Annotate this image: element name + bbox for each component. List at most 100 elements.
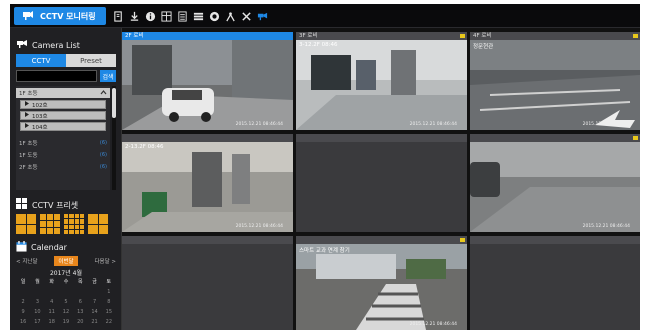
list-icon[interactable] bbox=[176, 9, 188, 23]
calendar-day[interactable]: 16 bbox=[16, 318, 30, 326]
tools-icon[interactable] bbox=[240, 9, 252, 23]
layout-4x4-button[interactable] bbox=[64, 214, 84, 234]
camera-view-5[interactable]: 2015.12.21 08:46:44 bbox=[470, 134, 640, 232]
record-icon[interactable] bbox=[208, 9, 220, 23]
current-month-button[interactable]: 이번달 bbox=[54, 256, 78, 266]
floor-count: (6) bbox=[99, 152, 107, 158]
calendar-day[interactable]: 5 bbox=[59, 298, 73, 306]
camera-view-4[interactable] bbox=[296, 134, 467, 232]
calendar-day bbox=[45, 288, 59, 296]
calendar-day[interactable]: 8 bbox=[102, 298, 116, 306]
camera-timestamp: 2015.12.21 08:46:44 bbox=[409, 122, 457, 127]
camera-title bbox=[470, 236, 640, 244]
prev-month-button[interactable]: < 지난달 bbox=[16, 257, 38, 265]
video-feed bbox=[296, 40, 467, 130]
calendar-day bbox=[73, 288, 87, 296]
document-icon[interactable] bbox=[112, 9, 124, 23]
calendar-day[interactable]: 14 bbox=[87, 308, 101, 316]
video-feed bbox=[470, 142, 640, 232]
tab-preset[interactable]: Preset bbox=[66, 54, 116, 67]
grid-icon[interactable] bbox=[160, 9, 172, 23]
tree-camera-item[interactable]: 104호 bbox=[20, 122, 106, 131]
tree-floor-item[interactable]: 1F 초등 (6) bbox=[16, 138, 110, 148]
camera-title bbox=[122, 236, 293, 244]
cctv-monitoring-tab[interactable]: CCTV 모니터링 bbox=[14, 7, 106, 25]
calendar-day[interactable]: 19 bbox=[59, 318, 73, 326]
calendar-day[interactable]: 9 bbox=[16, 308, 30, 316]
tree-floor-expanded[interactable]: 1F 초등 bbox=[16, 88, 110, 98]
camera-icon[interactable] bbox=[256, 9, 268, 23]
calendar-day[interactable]: 18 bbox=[45, 318, 59, 326]
scrollbar-thumb[interactable] bbox=[112, 88, 116, 118]
camera-search: 검색 bbox=[16, 70, 116, 82]
calendar-day[interactable]: 6 bbox=[73, 298, 87, 306]
camera-view-2[interactable]: 4F 로비 정문현관 2015.12.21 08:46:44 bbox=[470, 32, 640, 130]
camera-search-input[interactable] bbox=[16, 70, 97, 82]
tree-floor-item[interactable]: 1F 도동 (6) bbox=[16, 150, 110, 160]
camera-timestamp: 2015.12.21 08:46:44 bbox=[409, 322, 457, 327]
preset-title: CCTV 프리셋 bbox=[32, 200, 79, 210]
camera-list-icon bbox=[16, 39, 28, 51]
camera-view-0[interactable]: 2F 로비 2015.12.21 08:46:44 bbox=[122, 32, 293, 130]
tab-cctv[interactable]: CCTV bbox=[16, 54, 66, 67]
calendar-day[interactable]: 1 bbox=[102, 288, 116, 296]
layout-2x2-button[interactable] bbox=[16, 214, 36, 234]
floor-label: 2F 초등 bbox=[19, 165, 38, 171]
camera-tree: 1F 초등 102호 103호 104호 1F 초등 (6) 1F 도동 (6)… bbox=[16, 86, 110, 190]
info-icon[interactable] bbox=[144, 9, 156, 23]
calendar-day[interactable]: 13 bbox=[73, 308, 87, 316]
calendar-day[interactable]: 20 bbox=[73, 318, 87, 326]
calendar-weekday: 토 bbox=[106, 279, 112, 285]
calendar-day[interactable]: 21 bbox=[87, 318, 101, 326]
download-icon[interactable] bbox=[128, 9, 140, 23]
camera-timestamp: 2015.12.21 08:46:44 bbox=[582, 224, 630, 229]
video-feed bbox=[122, 40, 293, 130]
monitoring-tab-label: CCTV 모니터링 bbox=[40, 11, 96, 21]
camera-item-label: 102호 bbox=[32, 102, 48, 109]
calendar-day[interactable]: 11 bbox=[45, 308, 59, 316]
camera-title bbox=[296, 134, 467, 142]
camera-view-3[interactable]: 2-13.2F 08:46 2015.12.21 08:46:44 bbox=[122, 134, 293, 232]
camera-view-7[interactable]: 스마트 교과 연계 참기 2015.12.21 08:46:44 bbox=[296, 236, 467, 330]
camera-title: 2F 로비 bbox=[122, 32, 293, 40]
wrench-icon[interactable] bbox=[224, 9, 236, 23]
calendar-day[interactable]: 3 bbox=[30, 298, 44, 306]
calendar-day[interactable]: 7 bbox=[87, 298, 101, 306]
calendar-day[interactable]: 2 bbox=[16, 298, 30, 306]
tree-floor-item[interactable]: 2F 초등 (6) bbox=[16, 162, 110, 172]
calendar-day[interactable]: 10 bbox=[30, 308, 44, 316]
calendar-weekday: 수 bbox=[63, 279, 69, 285]
live-marker-icon bbox=[633, 34, 638, 38]
stack-icon[interactable] bbox=[192, 9, 204, 23]
camera-overlay-text: 스마트 교과 연계 참기 bbox=[299, 248, 350, 254]
play-arrow-icon bbox=[25, 123, 29, 130]
layout-custom-button[interactable] bbox=[88, 214, 108, 234]
sidebar: Camera List CCTV Preset 검색 1F 초등 102호 10… bbox=[10, 28, 122, 330]
calendar-day[interactable]: 22 bbox=[102, 318, 116, 326]
search-button[interactable]: 검색 bbox=[100, 70, 116, 82]
floor-count: (6) bbox=[99, 140, 107, 146]
floor-label: 1F 도동 bbox=[19, 153, 38, 159]
camera-timestamp: 2015.12.21 08:46:44 bbox=[235, 224, 283, 229]
camera-list-header: Camera List bbox=[16, 38, 80, 52]
live-marker-icon bbox=[460, 238, 465, 242]
layout-3x3-button[interactable] bbox=[40, 214, 60, 234]
calendar-day[interactable]: 17 bbox=[30, 318, 44, 326]
next-month-button[interactable]: 다음달 > bbox=[94, 257, 116, 265]
camera-title bbox=[470, 134, 640, 142]
tree-camera-item[interactable]: 102호 bbox=[20, 100, 106, 109]
camera-view-8[interactable] bbox=[470, 236, 640, 330]
tree-scrollbar[interactable] bbox=[112, 86, 116, 190]
layout-presets bbox=[16, 214, 116, 234]
calendar-day[interactable]: 15 bbox=[102, 308, 116, 316]
calendar-day bbox=[16, 288, 30, 296]
calendar-day[interactable]: 4 bbox=[45, 298, 59, 306]
camera-view-1[interactable]: 3F 로비 3-12.2F 08:46 2015.12.21 08:46:44 bbox=[296, 32, 467, 130]
cctv-camera-icon bbox=[22, 10, 34, 22]
collapse-chevron-icon[interactable] bbox=[100, 89, 107, 97]
camera-view-6[interactable] bbox=[122, 236, 293, 330]
tree-camera-item[interactable]: 103호 bbox=[20, 111, 106, 120]
floor-label: 1F 초등 bbox=[19, 141, 38, 147]
calendar-day[interactable]: 12 bbox=[59, 308, 73, 316]
calendar-icon bbox=[16, 240, 27, 254]
